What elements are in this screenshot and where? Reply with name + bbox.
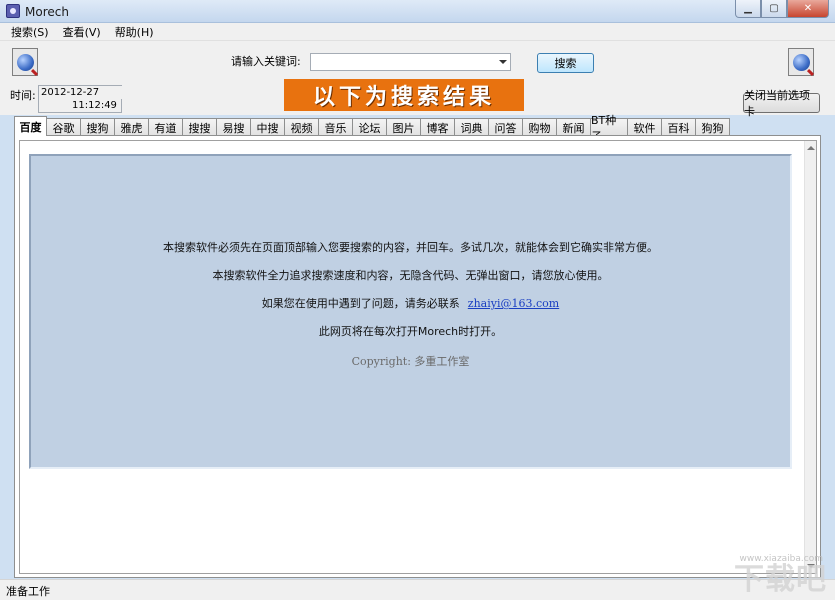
open-notice-line: 此网页将在每次打开Morech时打开。 [318, 325, 503, 338]
tab-music[interactable]: 音乐 [318, 118, 353, 136]
tab-bt-torrent[interactable]: BT种子 [590, 114, 628, 143]
tab-images[interactable]: 图片 [386, 118, 421, 136]
globe-search-icon [16, 53, 34, 71]
tab-youdao[interactable]: 有道 [148, 118, 183, 136]
close-button[interactable]: ✕ [787, 0, 829, 18]
window-controls: ▁ ▢ ✕ [735, 0, 829, 18]
search-button[interactable]: 搜索 [537, 53, 594, 73]
intro-line-2: 本搜索软件全力追求搜索速度和内容，无隐含代码、无弹出窗口，请您放心使用。 [212, 269, 609, 282]
browser-view[interactable]: 本搜索软件必须先在页面顶部输入您要搜索的内容，并回车。多试几次，就能体会到它确实… [19, 140, 817, 574]
status-text: 准备工作 [6, 585, 50, 598]
close-current-tab-button[interactable]: 关闭当前选项卡 [743, 89, 820, 118]
dropdown-arrow-icon[interactable] [499, 60, 507, 64]
vertical-scrollbar[interactable] [804, 141, 816, 573]
tab-zhongsou[interactable]: 中搜 [250, 118, 285, 136]
clock-display: 11:12:49 [38, 99, 122, 113]
tab-yahoo[interactable]: 雅虎 [114, 118, 149, 136]
menu-search[interactable]: 搜索(S) [4, 24, 56, 40]
tab-encyclopedia[interactable]: 百科 [661, 118, 696, 136]
contact-line: 如果您在使用中遇到了问题，请务必联系 zhaiyi@163.com [31, 295, 790, 311]
maximize-button[interactable]: ▢ [761, 0, 787, 18]
copyright-text: Copyright: 多重工作室 [351, 355, 470, 368]
tab-gougou[interactable]: 狗狗 [695, 118, 730, 136]
menu-help[interactable]: 帮助(H) [108, 24, 161, 40]
scroll-up-icon[interactable] [807, 146, 815, 150]
tab-page: 本搜索软件必须先在页面顶部输入您要搜索的内容，并回车。多试几次，就能体会到它确实… [14, 135, 821, 578]
tab-forum[interactable]: 论坛 [352, 118, 387, 136]
tab-qa[interactable]: 问答 [488, 118, 523, 136]
tab-google[interactable]: 谷歌 [46, 118, 81, 136]
watermark-logo: 下载吧 [734, 562, 827, 597]
tab-software[interactable]: 软件 [627, 118, 662, 136]
status-bar: 准备工作 [0, 579, 835, 600]
globe-search-icon [792, 53, 810, 71]
contact-email-link[interactable]: zhaiyi@163.com [468, 297, 559, 310]
contact-text: 如果您在使用中遇到了问题，请务必联系 [261, 297, 460, 310]
tab-soso[interactable]: 搜搜 [182, 118, 217, 136]
left-tool-button[interactable] [12, 48, 38, 76]
window-title: Morech [25, 5, 69, 19]
tab-news[interactable]: 新闻 [556, 118, 591, 136]
tab-yisou[interactable]: 易搜 [216, 118, 251, 136]
time-label: 时间: [10, 89, 36, 102]
app-icon [6, 4, 20, 18]
intro-line-1: 本搜索软件必须先在页面顶部输入您要搜索的内容，并回车。多试几次，就能体会到它确实… [163, 241, 658, 254]
tab-shopping[interactable]: 购物 [522, 118, 557, 136]
tab-dictionary[interactable]: 词典 [454, 118, 489, 136]
right-tool-button[interactable] [788, 48, 814, 76]
date-display: 2012-12-27 [38, 85, 122, 99]
menu-bar: 搜索(S) 查看(V) 帮助(H) [0, 23, 835, 41]
results-banner: 以下为搜索结果 [284, 79, 524, 111]
menu-view[interactable]: 查看(V) [56, 24, 108, 40]
engine-tabs: 百度 谷歌 搜狗 雅虎 有道 搜搜 易搜 中搜 视频 音乐 论坛 图片 博客 词… [14, 114, 730, 143]
welcome-panel: 本搜索软件必须先在页面顶部输入您要搜索的内容，并回车。多试几次，就能体会到它确实… [29, 154, 792, 469]
tab-baidu[interactable]: 百度 [14, 116, 47, 136]
title-bar: Morech ▁ ▢ ✕ [0, 0, 835, 23]
keyword-label: 请输入关键词: [231, 55, 301, 68]
toolbar: 请输入关键词: 搜索 时间: 2012-12-27 11:12:49 以下为搜索… [0, 41, 835, 118]
tab-video[interactable]: 视频 [284, 118, 319, 136]
keyword-combobox[interactable] [310, 53, 511, 71]
minimize-button[interactable]: ▁ [735, 0, 761, 18]
tab-blog[interactable]: 博客 [420, 118, 455, 136]
tab-sogou[interactable]: 搜狗 [80, 118, 115, 136]
